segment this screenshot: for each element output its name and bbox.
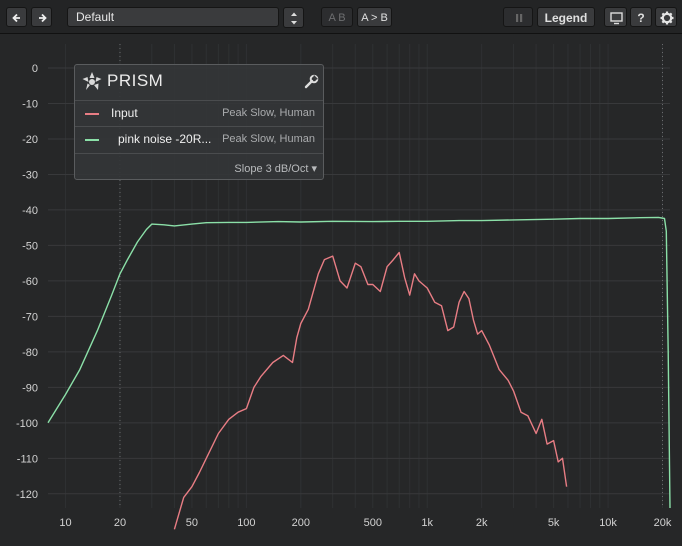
wrench-icon[interactable]: [303, 74, 319, 90]
x-tick-label: 100: [237, 517, 255, 529]
x-tick-label: 2k: [476, 517, 488, 529]
x-tick-label: 50: [186, 517, 198, 529]
y-tick-label: -30: [22, 169, 38, 181]
slope-dropdown[interactable]: Slope 3 dB/Oct ▾: [234, 162, 317, 175]
series-line-pink-noise: [47, 216, 671, 509]
prism-logo-icon: [82, 72, 102, 90]
x-tick-label: 10k: [599, 517, 617, 529]
y-tick-label: -80: [22, 347, 38, 359]
legend-panel: PRISM Input Peak Slow, Human pink noise …: [74, 64, 324, 180]
y-tick-label: -90: [22, 382, 38, 394]
x-tick-label: 20: [114, 517, 126, 529]
legend-item-input[interactable]: Input Peak Slow, Human: [75, 100, 323, 127]
y-tick-label: 0: [32, 63, 38, 75]
y-tick-label: -60: [22, 276, 38, 288]
x-tick-label: 10: [59, 517, 71, 529]
x-tick-label: 5k: [548, 517, 560, 529]
legend-item-mode: Peak Slow, Human: [222, 133, 315, 145]
legend-title: PRISM: [107, 71, 164, 90]
series-color-swatch: [85, 139, 99, 141]
y-tick-label: -40: [22, 205, 38, 217]
legend-item-label: Input: [111, 106, 138, 120]
y-tick-label: -70: [22, 311, 38, 323]
y-tick-label: -100: [16, 418, 38, 430]
x-tick-label: 500: [364, 517, 382, 529]
x-tick-label: 200: [292, 517, 310, 529]
legend-item-pink-noise[interactable]: pink noise -20R... Peak Slow, Human: [75, 126, 323, 153]
y-tick-label: -120: [16, 489, 38, 501]
y-tick-label: -50: [22, 240, 38, 252]
x-tick-label: 20k: [654, 517, 672, 529]
legend-item-mode: Peak Slow, Human: [222, 107, 315, 119]
series-line-input: [173, 251, 568, 530]
y-tick-label: -10: [22, 98, 38, 110]
series-color-swatch: [85, 113, 99, 115]
legend-footer: Slope 3 dB/Oct ▾: [75, 153, 323, 180]
y-tick-label: -110: [17, 453, 38, 465]
legend-item-label: pink noise -20R...: [118, 132, 212, 146]
x-tick-label: 1k: [421, 517, 433, 529]
y-tick-label: -20: [22, 134, 38, 146]
